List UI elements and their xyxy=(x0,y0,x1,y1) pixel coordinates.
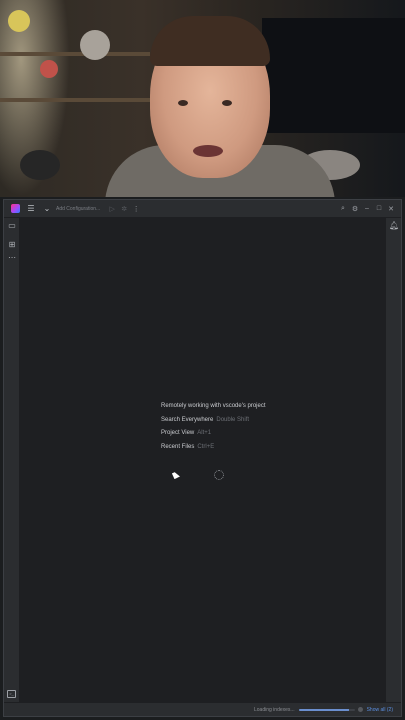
background-toy xyxy=(40,60,58,78)
background-shelf xyxy=(0,98,150,102)
indexing-progress-bar xyxy=(298,708,355,711)
person-hair xyxy=(150,16,270,66)
more-icon[interactable]: ⋯ xyxy=(7,253,17,263)
minimize-icon[interactable]: – xyxy=(361,205,373,212)
run-icon[interactable]: ▷ xyxy=(106,205,118,213)
background-monitor xyxy=(262,18,405,133)
search-icon[interactable]: ⌕ xyxy=(337,205,349,213)
gear-icon[interactable]: ⚙ xyxy=(349,205,361,213)
background-shelf xyxy=(0,52,150,56)
ide-window: ☰ ⌄ Add Configuration... ▷ ✲ ⋮ ⌕ ⚙ – □ ✕… xyxy=(3,199,402,717)
hamburger-menu-icon[interactable]: ☰ xyxy=(24,202,38,216)
terminal-icon[interactable]: >_ xyxy=(7,690,16,698)
webcam-video xyxy=(0,0,405,197)
cancel-indexing-button[interactable] xyxy=(357,707,363,712)
title-bar: ☰ ⌄ Add Configuration... ▷ ✲ ⋮ ⌕ ⚙ – □ ✕ xyxy=(4,200,401,218)
welcome-screen: Remotely working with vscode's project S… xyxy=(161,403,266,457)
action-label: Project View xyxy=(161,430,195,436)
run-config-selector[interactable]: Add Configuration... xyxy=(56,206,100,212)
shortcut-hint: Ctrl+E xyxy=(197,443,215,450)
indexing-status: Loading indexes... xyxy=(254,706,295,713)
shortcut-hint: Alt+1 xyxy=(197,430,212,436)
app-logo[interactable] xyxy=(8,202,22,216)
action-search-everywhere[interactable]: Search Everywhere Double Shift xyxy=(161,417,266,431)
bell-icon[interactable]: 🔔︎ xyxy=(389,221,399,231)
action-recent-files[interactable]: Recent Files Ctrl+E xyxy=(161,444,266,458)
jetbrains-logo-icon xyxy=(10,204,20,213)
debug-icon[interactable]: ✲ xyxy=(118,205,130,213)
shortcut-hint: Double Shift xyxy=(216,416,250,423)
project-title: Remotely working with vscode's project xyxy=(161,403,266,409)
loading-spinner-icon xyxy=(214,470,224,480)
chevron-down-icon[interactable]: ⌄ xyxy=(40,202,54,216)
action-project-view[interactable]: Project View Alt+1 xyxy=(161,430,266,444)
action-label: Search Everywhere xyxy=(161,416,214,423)
status-bar: Loading indexes... Show all (2) xyxy=(4,702,401,716)
close-icon[interactable]: ✕ xyxy=(385,205,397,213)
maximize-icon[interactable]: □ xyxy=(373,205,385,212)
more-vertical-icon[interactable]: ⋮ xyxy=(130,205,142,213)
editor-area: Remotely working with vscode's project S… xyxy=(20,218,385,702)
person-mouth xyxy=(193,145,223,157)
left-tool-strip: ▭ ⊞ ⋯ >_ xyxy=(4,218,20,716)
person-eye xyxy=(178,100,188,106)
structure-icon[interactable]: ⊞ xyxy=(7,240,17,250)
mouse-cursor-icon xyxy=(172,471,180,479)
background-toy xyxy=(8,10,30,32)
progress-fill xyxy=(298,708,349,711)
show-all-link[interactable]: Show all (2) xyxy=(367,707,393,713)
right-tool-strip: 🔔︎ xyxy=(385,218,401,716)
person-eye xyxy=(222,100,232,106)
action-label: Recent Files xyxy=(161,443,195,450)
folder-icon[interactable]: ▭ xyxy=(7,221,17,231)
background-object xyxy=(20,150,60,180)
background-fan xyxy=(80,30,110,60)
